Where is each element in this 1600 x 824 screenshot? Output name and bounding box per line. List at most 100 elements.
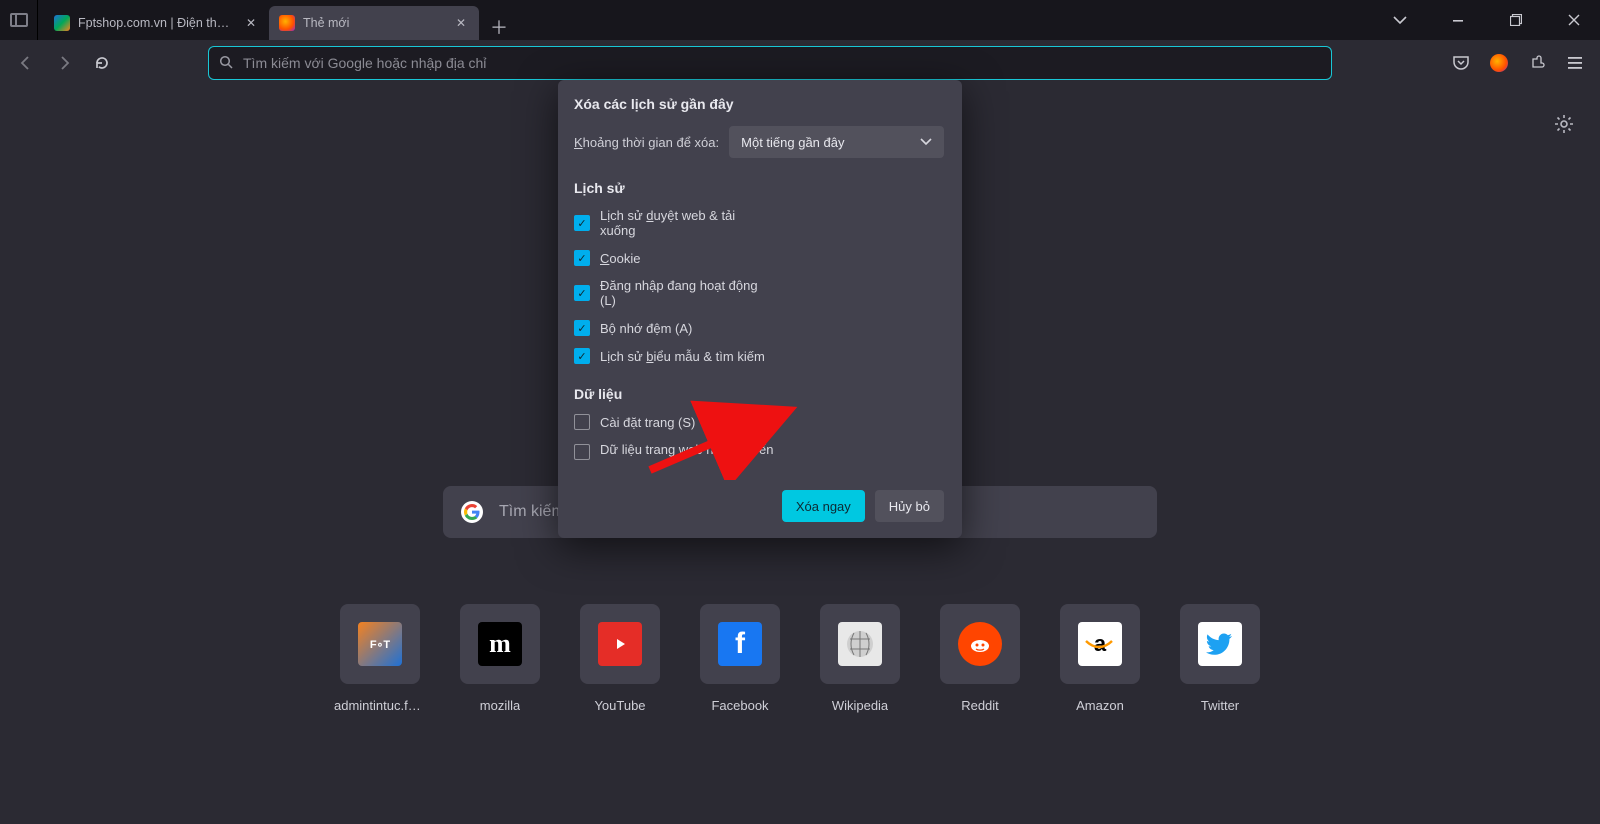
check-form-search[interactable]: ✓ Lịch sử biểu mẫu & tìm kiếm	[574, 348, 944, 364]
time-range-label: Khoảng thời gian để xóa:	[574, 135, 719, 150]
check-cache[interactable]: ✓ Bộ nhớ đệm (A)	[574, 320, 774, 336]
close-window-button[interactable]	[1554, 5, 1594, 35]
app-menu-button[interactable]	[1558, 46, 1592, 80]
check-cookies[interactable]: ✓ Cookie	[574, 250, 774, 266]
firefox-favicon	[279, 15, 295, 31]
topsite-youtube[interactable]: YouTube	[580, 604, 660, 713]
check-label: Cookie	[600, 251, 640, 266]
tile: F∘T	[340, 604, 420, 684]
time-range-value: Một tiếng gần đây	[741, 135, 844, 150]
tile: f	[700, 604, 780, 684]
maximize-icon	[1510, 14, 1522, 26]
sidebar-toggle[interactable]	[0, 0, 38, 40]
clear-now-button[interactable]: Xóa ngay	[782, 490, 865, 522]
check-label: Lịch sử duyệt web & tải xuống	[600, 208, 774, 238]
titlebar: Fptshop.com.vn | Điện thoại, La ✕ Thẻ mớ…	[0, 0, 1600, 40]
search-icon	[219, 55, 233, 72]
url-input[interactable]	[243, 55, 1321, 71]
topsite-label: admintintuc.fp…	[334, 698, 426, 713]
window-controls	[1380, 0, 1600, 40]
minimize-icon	[1452, 14, 1464, 26]
checkbox-icon	[574, 444, 590, 460]
tile: a	[1060, 604, 1140, 684]
fpt-favicon	[54, 15, 70, 31]
maximize-button[interactable]	[1496, 5, 1536, 35]
forward-icon	[56, 55, 72, 71]
tile	[1180, 604, 1260, 684]
gear-icon	[1554, 114, 1574, 134]
check-label: Dữ liệu trang web ngoại tuyến	[600, 442, 774, 457]
chevron-down-icon	[920, 138, 932, 146]
check-browsing-history[interactable]: ✓ Lịch sử duyệt web & tải xuống	[574, 208, 774, 238]
topsite-label: Reddit	[961, 698, 999, 713]
reddit-icon	[967, 631, 993, 657]
time-range-select[interactable]: Một tiếng gần đây	[729, 126, 944, 158]
pocket-icon	[1452, 54, 1470, 72]
top-sites-grid: F∘T admintintuc.fp… m mozilla YouTube f …	[340, 604, 1260, 713]
back-icon	[18, 55, 34, 71]
topsite-label: mozilla	[480, 698, 520, 713]
topsite-wikipedia[interactable]: Wikipedia	[820, 604, 900, 713]
play-icon	[611, 635, 629, 653]
time-range-row: Khoảng thời gian để xóa: Một tiếng gần đ…	[574, 126, 944, 158]
checkbox-icon: ✓	[574, 348, 590, 364]
account-button[interactable]	[1482, 46, 1516, 80]
checkbox-icon: ✓	[574, 250, 590, 266]
url-bar[interactable]	[208, 46, 1332, 80]
history-checks: ✓ Lịch sử duyệt web & tải xuống ✓ Cookie…	[574, 208, 944, 376]
tab-strip: Fptshop.com.vn | Điện thoại, La ✕ Thẻ mớ…	[38, 0, 513, 40]
sidebar-icon	[10, 13, 28, 27]
history-heading: Lịch sử	[574, 180, 944, 196]
tab-newtab[interactable]: Thẻ mới ✕	[269, 6, 479, 40]
wikipedia-icon	[845, 629, 875, 659]
data-heading: Dữ liệu	[574, 386, 944, 402]
toolbar-right	[1444, 46, 1592, 80]
check-site-settings[interactable]: Cài đặt trang (S)	[574, 414, 774, 430]
close-icon[interactable]: ✕	[453, 15, 469, 31]
check-offline-data[interactable]: Dữ liệu trang web ngoại tuyến	[574, 442, 774, 460]
check-label: Đăng nhập đang hoạt động (L)	[600, 278, 774, 308]
topsite-label: YouTube	[594, 698, 645, 713]
tile	[580, 604, 660, 684]
reload-icon	[94, 55, 110, 71]
topsite-twitter[interactable]: Twitter	[1180, 604, 1260, 713]
check-label: Bộ nhớ đệm (A)	[600, 321, 692, 336]
topsite-label: Twitter	[1201, 698, 1239, 713]
tile: m	[460, 604, 540, 684]
back-button[interactable]	[8, 46, 44, 80]
topsite-label: Facebook	[711, 698, 768, 713]
topsite-label: Wikipedia	[832, 698, 888, 713]
check-label: Lịch sử biểu mẫu & tìm kiếm	[600, 349, 765, 364]
new-tab-button[interactable]: ＋	[485, 14, 513, 40]
checkbox-icon: ✓	[574, 320, 590, 336]
extension-icon	[1528, 54, 1546, 72]
tile	[820, 604, 900, 684]
extensions-button[interactable]	[1520, 46, 1554, 80]
amazon-smile-icon	[1084, 639, 1114, 649]
twitter-icon	[1205, 629, 1235, 659]
topsite-mozilla[interactable]: m mozilla	[460, 604, 540, 713]
topsite-label: Amazon	[1076, 698, 1124, 713]
avatar-icon	[1490, 54, 1508, 72]
close-icon[interactable]: ✕	[243, 15, 259, 31]
forward-button[interactable]	[46, 46, 82, 80]
tab-fptshop[interactable]: Fptshop.com.vn | Điện thoại, La ✕	[44, 6, 269, 40]
tab-label: Thẻ mới	[303, 16, 445, 30]
reload-button[interactable]	[84, 46, 120, 80]
topsite-facebook[interactable]: f Facebook	[700, 604, 780, 713]
customize-button[interactable]	[1554, 114, 1574, 139]
close-icon	[1568, 14, 1580, 26]
check-active-logins[interactable]: ✓ Đăng nhập đang hoạt động (L)	[574, 278, 774, 308]
pocket-button[interactable]	[1444, 46, 1478, 80]
dialog-buttons: Xóa ngay Hủy bỏ	[574, 490, 944, 522]
minimize-button[interactable]	[1438, 5, 1478, 35]
topsite-amazon[interactable]: a Amazon	[1060, 604, 1140, 713]
tab-label: Fptshop.com.vn | Điện thoại, La	[78, 16, 235, 30]
chevron-down-icon	[1393, 15, 1407, 25]
cancel-button[interactable]: Hủy bỏ	[875, 490, 944, 522]
topsite-reddit[interactable]: Reddit	[940, 604, 1020, 713]
hamburger-icon	[1567, 56, 1583, 70]
dialog-title: Xóa các lịch sử gần đây	[574, 96, 944, 112]
list-tabs-button[interactable]	[1380, 5, 1420, 35]
topsite-admintintuc[interactable]: F∘T admintintuc.fp…	[340, 604, 420, 713]
